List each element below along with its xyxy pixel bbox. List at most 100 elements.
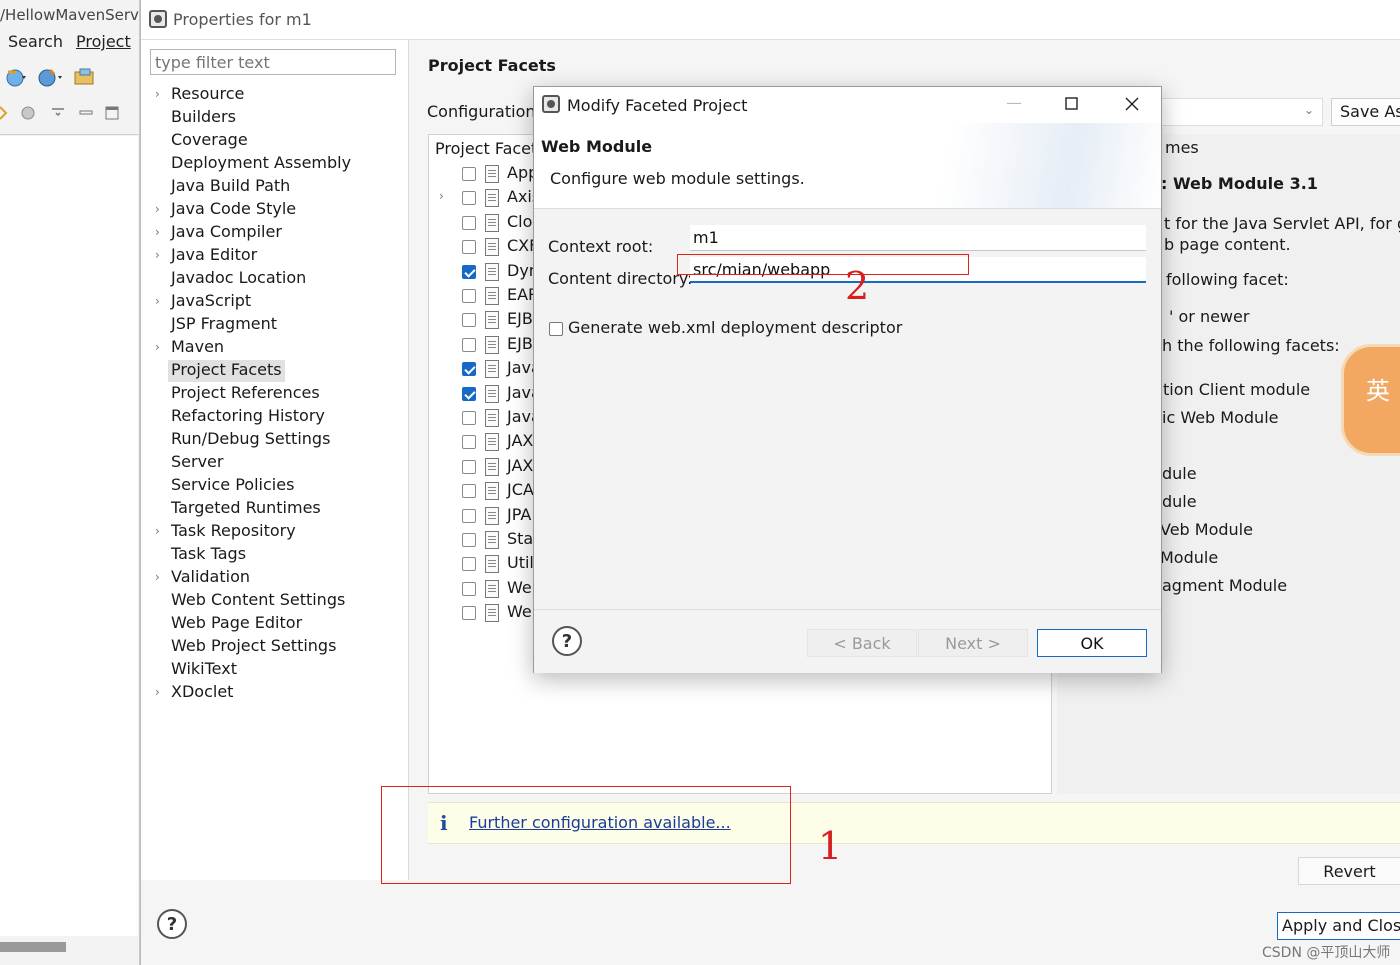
chevron-right-icon[interactable]: ›	[155, 202, 160, 216]
filter-input[interactable]	[150, 49, 396, 75]
generate-webxml-label[interactable]: Generate web.xml deployment descriptor	[568, 318, 902, 337]
chevron-right-icon[interactable]: ›	[155, 570, 160, 584]
chevron-right-icon[interactable]: ›	[155, 294, 160, 308]
nav-item[interactable]: Targeted Runtimes	[168, 498, 324, 520]
generate-webxml-checkbox[interactable]	[549, 322, 563, 336]
facet-file-icon	[485, 531, 499, 549]
chevron-right-icon[interactable]: ›	[155, 524, 160, 538]
configuration-combo[interactable]: ⌄	[1161, 98, 1323, 126]
maximize-icon[interactable]	[104, 103, 120, 123]
facet-checkbox[interactable]	[462, 313, 476, 328]
nav-item[interactable]: Refactoring History	[168, 406, 328, 428]
facet-checkbox[interactable]	[462, 411, 476, 425]
nav-item[interactable]: Web Project Settings	[168, 636, 339, 658]
facet-file-icon	[485, 287, 499, 305]
nav-item[interactable]: Service Policies	[168, 475, 297, 497]
nav-item[interactable]: Java Build Path	[168, 176, 293, 198]
revert-button[interactable]: Revert	[1298, 857, 1400, 885]
chevron-down-icon: ⌄	[1303, 103, 1314, 117]
collapse-icon[interactable]	[48, 103, 68, 123]
chevron-right-icon[interactable]: ›	[155, 225, 160, 239]
translator-widget[interactable]: 英	[1341, 344, 1400, 456]
facet-file-icon	[485, 360, 499, 379]
nav-item[interactable]: Validation	[168, 567, 253, 589]
nav-item[interactable]: Java Editor	[168, 245, 260, 267]
facet-checkbox[interactable]	[462, 435, 476, 450]
back-button[interactable]: < Back	[807, 629, 917, 657]
help-icon[interactable]: ?	[552, 626, 582, 656]
facet-checkbox[interactable]	[462, 533, 476, 547]
facet-checkbox[interactable]	[462, 167, 476, 181]
menu-search[interactable]: Search	[8, 32, 63, 51]
apply-and-close-button[interactable]: Apply and Close	[1277, 912, 1400, 940]
next-button[interactable]: Next >	[918, 629, 1028, 657]
nav-item[interactable]: Deployment Assembly	[168, 153, 354, 175]
ok-button[interactable]: OK	[1037, 629, 1147, 657]
facet-checkbox[interactable]	[462, 386, 476, 401]
facet-checkbox[interactable]	[462, 508, 476, 523]
nav-item[interactable]: XDoclet	[168, 682, 236, 704]
new-server-icon[interactable]	[4, 66, 30, 88]
maximize-icon[interactable]	[1052, 93, 1092, 117]
facet-label: Util	[507, 553, 534, 573]
nav-item[interactable]: Coverage	[168, 130, 251, 152]
facet-checkbox[interactable]	[462, 264, 476, 279]
save-as-button[interactable]: Save As...	[1331, 98, 1400, 126]
facet-checkbox[interactable]	[462, 362, 476, 377]
context-root-input[interactable]	[690, 225, 1146, 251]
facet-checkbox[interactable]	[462, 289, 476, 303]
nav-item[interactable]: Maven	[168, 337, 227, 359]
facet-checkbox[interactable]	[462, 215, 476, 230]
arrow-right-icon[interactable]	[0, 103, 8, 123]
facet-checkbox[interactable]	[462, 484, 476, 499]
facet-label: JCA	[507, 480, 534, 500]
facet-checkbox[interactable]	[462, 557, 476, 572]
nav-item[interactable]: Task Tags	[168, 544, 249, 566]
ide-title: /HellowMavenServle	[0, 6, 140, 24]
details-tab[interactable]: mes	[1165, 138, 1199, 157]
nav-item[interactable]: JavaScript	[168, 291, 254, 313]
nav-item[interactable]: Resource	[168, 84, 247, 106]
nav-item[interactable]: Web Content Settings	[168, 590, 348, 612]
facet-checkbox[interactable]	[462, 581, 476, 596]
nav-item[interactable]: Run/Debug Settings	[168, 429, 333, 451]
facet-checkbox[interactable]	[462, 240, 476, 255]
nav-item[interactable]: Task Repository	[168, 521, 299, 543]
chevron-right-icon[interactable]: ›	[155, 340, 160, 354]
facet-checkbox[interactable]	[462, 191, 476, 206]
chevron-right-icon[interactable]: ›	[439, 189, 444, 203]
minimize-icon[interactable]	[78, 103, 94, 123]
chevron-right-icon[interactable]: ›	[155, 248, 160, 262]
chevron-right-icon[interactable]: ›	[155, 685, 160, 699]
facet-checkbox[interactable]	[462, 606, 476, 621]
web-service-icon[interactable]	[36, 66, 66, 88]
nav-item[interactable]: Web Page Editor	[168, 613, 305, 635]
facet-label: JAX	[507, 431, 534, 451]
nav-item[interactable]: Server	[168, 452, 226, 474]
open-folder-icon[interactable]	[72, 66, 98, 88]
ide-scrollbar[interactable]	[0, 942, 66, 952]
nav-item[interactable]: Javadoc Location	[168, 268, 309, 290]
annotation-box-2	[677, 254, 969, 275]
dialog-title: Modify Faceted Project	[567, 96, 748, 115]
gear-icon[interactable]	[18, 103, 38, 123]
dialog-subtitle: Configure web module settings.	[550, 169, 805, 188]
chevron-right-icon[interactable]: ›	[155, 87, 160, 101]
nav-item[interactable]: Builders	[168, 107, 239, 129]
nav-item[interactable]: Java Compiler	[168, 222, 285, 244]
help-icon[interactable]: ?	[157, 909, 187, 939]
facet-checkbox[interactable]	[462, 459, 476, 474]
nav-item[interactable]: Project References	[168, 383, 323, 405]
facet-checkbox[interactable]	[462, 337, 476, 352]
details-heading: : Web Module 3.1	[1161, 174, 1318, 193]
nav-item[interactable]: Project Facets	[168, 360, 285, 382]
context-root-label: Context root:	[548, 237, 654, 256]
details-line: dule	[1162, 492, 1197, 511]
menu-project[interactable]: Project	[76, 32, 131, 51]
facet-file-icon	[485, 457, 499, 476]
nav-item[interactable]: WikiText	[168, 659, 240, 681]
nav-item[interactable]: JSP Fragment	[168, 314, 280, 336]
nav-item[interactable]: Java Code Style	[168, 199, 299, 221]
minimize-icon[interactable]: —	[994, 93, 1034, 117]
close-icon[interactable]	[1112, 93, 1152, 117]
